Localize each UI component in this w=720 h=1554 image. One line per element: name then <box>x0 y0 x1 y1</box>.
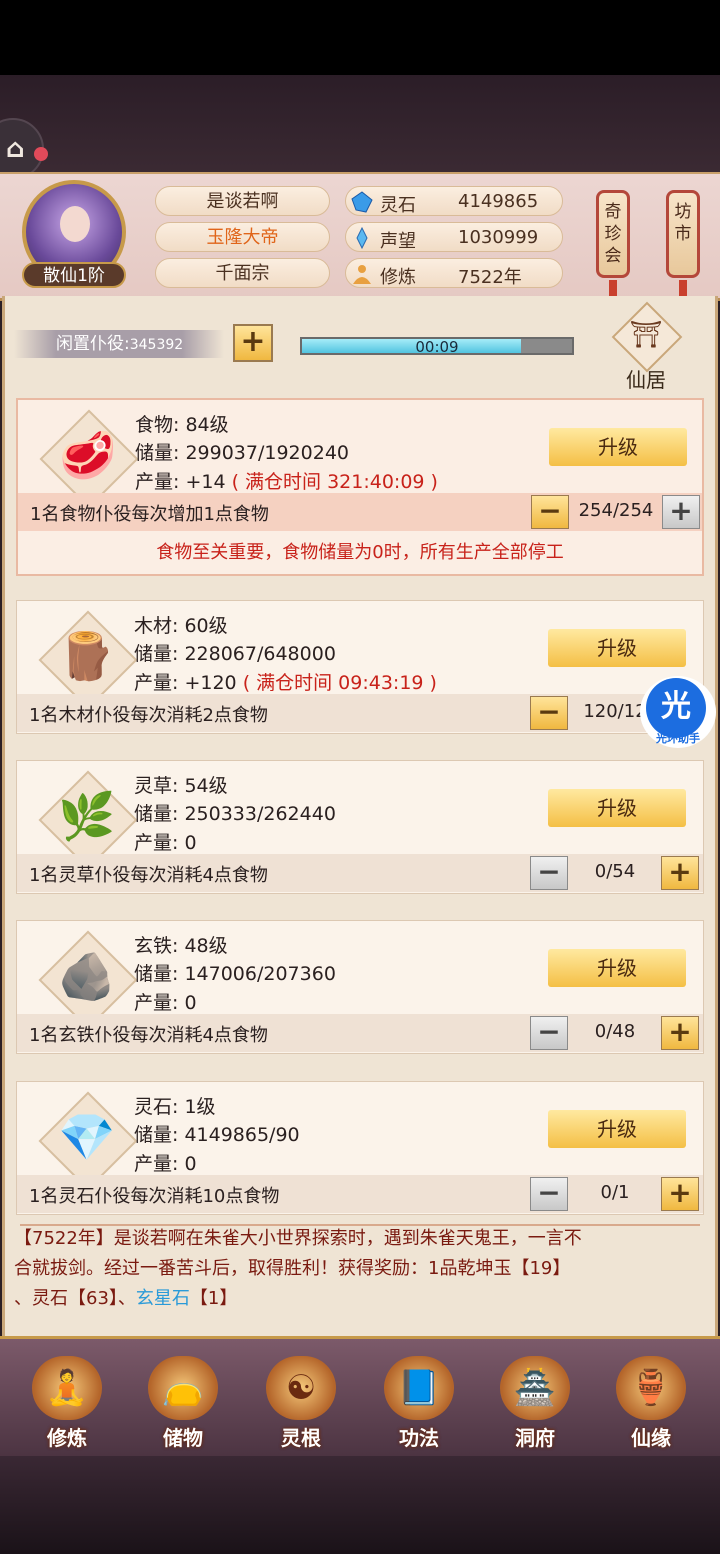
player-name: 是谈若啊 <box>155 186 330 216</box>
resource-card-herb: 🌿 灵草: 54级 储量: 250333/262440 产量: 0 升级 1名灵… <box>16 760 704 894</box>
storage-bag-icon: 👝 <box>148 1356 218 1420</box>
nav-cultivate[interactable]: 🧘 修炼 <box>22 1350 112 1450</box>
decrease-servant-button[interactable]: − <box>531 495 569 529</box>
cave-dwelling-icon: 🏯 <box>500 1356 570 1420</box>
increase-servant-button[interactable]: + <box>661 856 699 890</box>
decrease-servant-button[interactable]: − <box>530 1177 568 1211</box>
ore-rock-icon: 🪨 <box>38 930 138 1030</box>
decrease-servant-button[interactable]: − <box>530 856 568 890</box>
player-title[interactable]: 玉隆大帝 <box>155 222 330 252</box>
status-bar <box>0 0 720 75</box>
helper-floating-button[interactable]: 光 光环助手 <box>640 676 716 748</box>
market-button[interactable]: 坊市 <box>666 190 700 278</box>
stat-cultivation: 修炼 7522年 <box>345 258 563 288</box>
food-warning: 食物至关重要，食物储量为0时，所有生产全部停工 <box>156 542 564 563</box>
event-log: 【7522年】是谈若啊在朱雀大小世界探索时，遇到朱雀天鬼王，一言不 合就拔剑。经… <box>14 1228 582 1309</box>
increase-servant-button[interactable]: + <box>661 1016 699 1050</box>
notification-dot <box>34 147 48 161</box>
nav-cave-dwelling[interactable]: 🏯 洞府 <box>490 1350 580 1450</box>
meat-icon: 🥩 <box>39 409 139 509</box>
add-servant-button[interactable]: + <box>233 324 273 362</box>
nav-technique[interactable]: 📘 功法 <box>374 1350 464 1450</box>
nav-storage[interactable]: 👝 储物 <box>138 1350 228 1450</box>
stat-spirit-stone: 灵石 4149865 <box>345 186 563 216</box>
helper-icon: 光 <box>646 678 706 738</box>
spirit-stone-icon <box>351 191 373 213</box>
servant-bar: 1名食物仆役每次增加1点食物 − 254/254 + <box>18 493 702 531</box>
herb-leaf-icon: 🌿 <box>38 770 138 870</box>
servant-bar: 1名木材仆役每次消耗2点食物 − 120/12 <box>17 694 703 732</box>
nav-spirit-root[interactable]: ☯ 灵根 <box>256 1350 346 1450</box>
bottom-background <box>0 1456 720 1554</box>
upgrade-button[interactable]: 升级 <box>548 629 686 667</box>
resource-card-wood: 🪵 木材: 60级 储量: 228067/648000 产量: +120 ( 满… <box>16 600 704 734</box>
cultivate-icon: 🧘 <box>32 1356 102 1420</box>
nav-fate[interactable]: 🏺 仙缘 <box>606 1350 696 1450</box>
servant-bar: 1名玄铁仆役每次消耗4点食物 − 0/48 + <box>17 1014 703 1052</box>
resource-card-spirit-stone: 💎 灵石: 1级 储量: 4149865/90 产量: 0 升级 1名灵石仆役每… <box>16 1081 704 1215</box>
spirit-stone-crystal-icon: 💎 <box>38 1091 138 1191</box>
upgrade-button[interactable]: 升级 <box>548 1110 686 1148</box>
logo-icon: ⌂ <box>6 134 25 164</box>
production-timer: 00:09 <box>300 337 574 356</box>
resource-card-food: 🥩 食物: 84级 储量: 299037/1920240 产量: +14 ( 满… <box>16 398 704 576</box>
upgrade-button[interactable]: 升级 <box>548 949 686 987</box>
decrease-servant-button[interactable]: − <box>530 696 568 730</box>
increase-servant-button[interactable]: + <box>662 495 700 529</box>
technique-book-icon: 📘 <box>384 1356 454 1420</box>
wood-log-icon: 🪵 <box>38 610 138 710</box>
decrease-servant-button[interactable]: − <box>530 1016 568 1050</box>
spirit-root-icon: ☯ <box>266 1356 336 1420</box>
reputation-icon <box>356 226 368 250</box>
top-background <box>0 75 720 175</box>
idle-servants: 闲置仆役:345392 <box>14 330 224 358</box>
servant-bar: 1名灵草仆役每次消耗4点食物 − 0/54 + <box>17 854 703 892</box>
residence-button[interactable]: ⛩ 仙居 <box>608 301 684 392</box>
resource-card-iron: 🪨 玄铁: 48级 储量: 147006/207360 产量: 0 升级 1名玄… <box>16 920 704 1054</box>
upgrade-button[interactable]: 升级 <box>548 789 686 827</box>
treasure-fair-button[interactable]: 奇珍会 <box>596 190 630 278</box>
player-sect: 千面宗 <box>155 258 330 288</box>
increase-servant-button[interactable]: + <box>661 1177 699 1211</box>
pavilion-icon: ⛩ <box>629 320 663 350</box>
servant-bar: 1名灵石仆役每次消耗10点食物 − 0/1 + <box>17 1175 703 1213</box>
avatar-face <box>60 206 90 242</box>
stat-reputation: 声望 1030999 <box>345 222 563 252</box>
fate-gourd-icon: 🏺 <box>616 1356 686 1420</box>
cultivation-icon <box>353 265 371 284</box>
rank-badge: 散仙1阶 <box>22 262 126 288</box>
upgrade-button[interactable]: 升级 <box>549 428 687 466</box>
